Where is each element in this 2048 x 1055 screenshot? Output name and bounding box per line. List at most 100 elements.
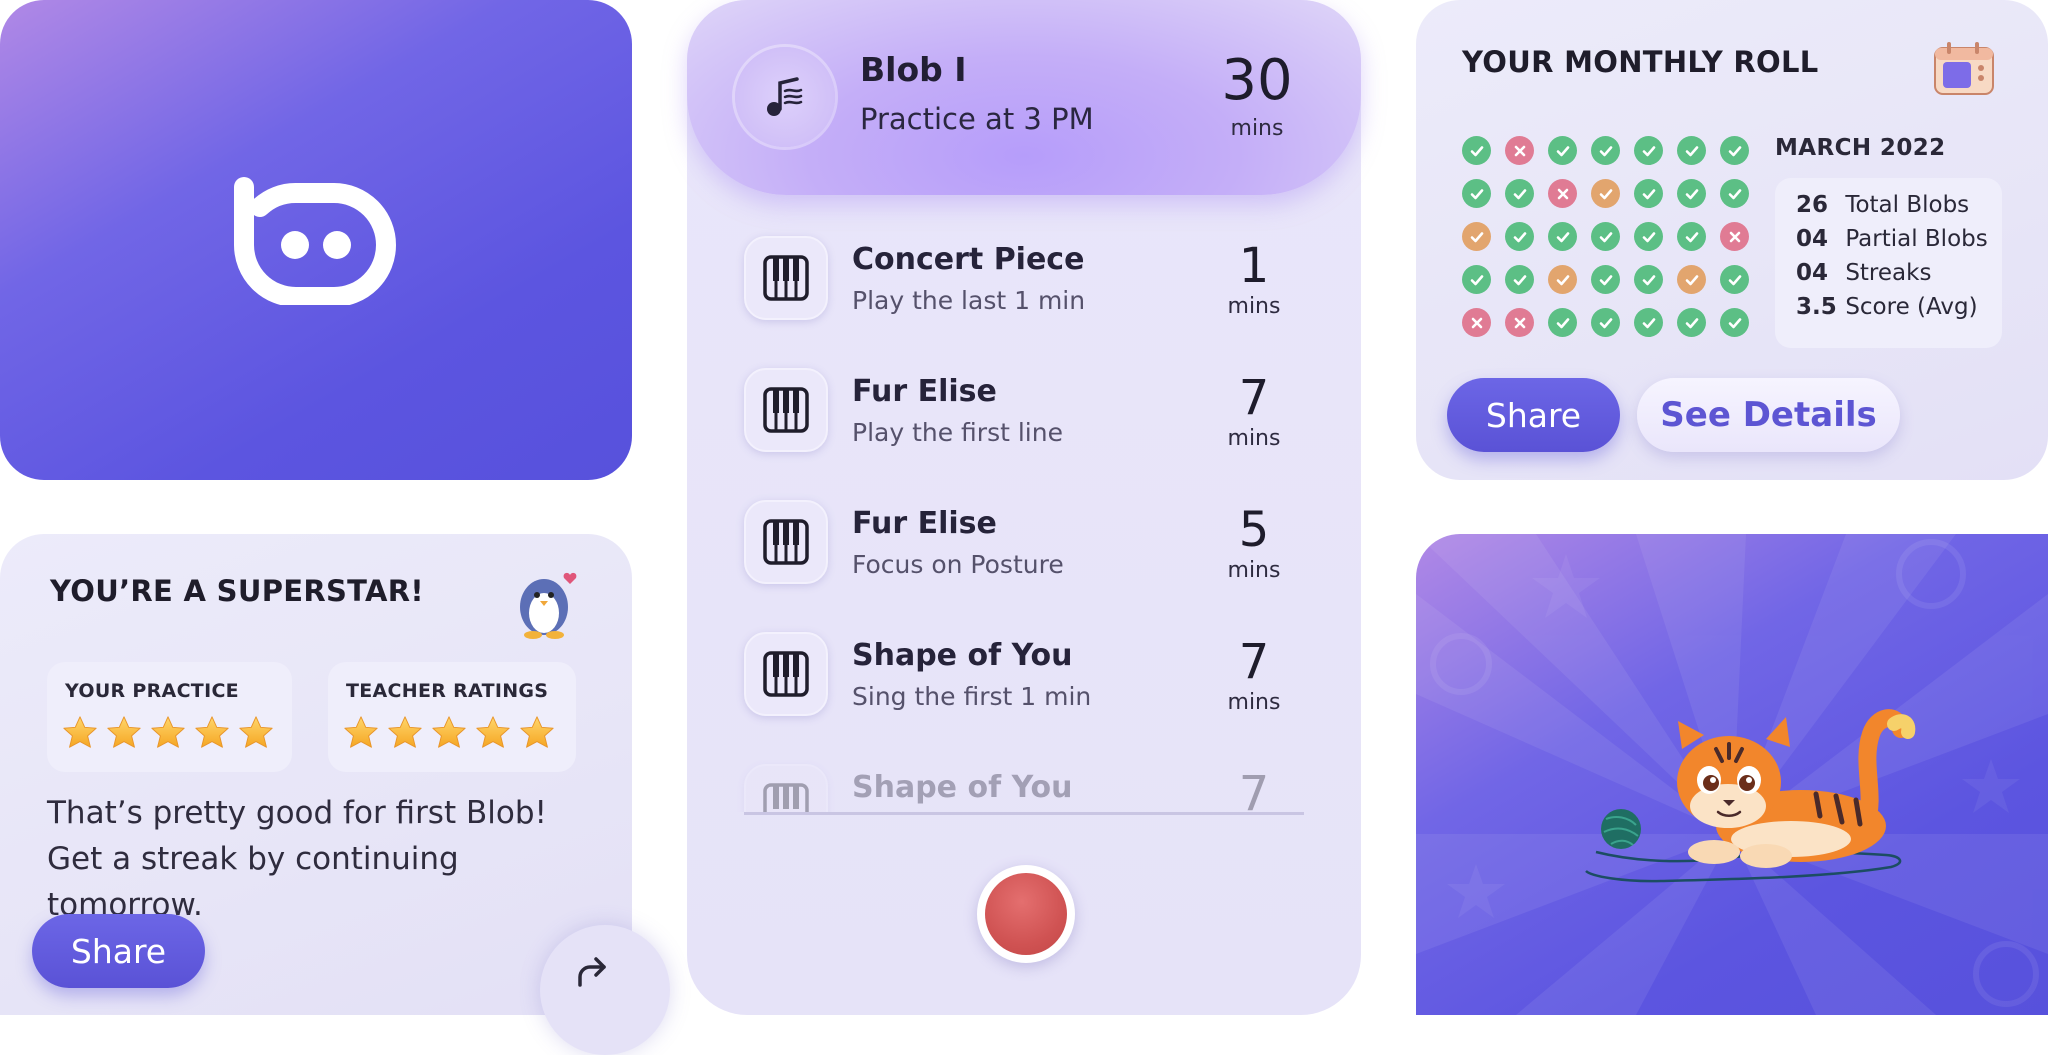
stat-total-blobs: 26 Total Blobs	[1796, 192, 1969, 218]
cross-icon	[1514, 145, 1525, 156]
star-icon	[518, 714, 556, 752]
stat-streaks: 04 Streaks	[1796, 260, 1931, 286]
day-done-dot[interactable]	[1634, 265, 1663, 294]
day-done-dot[interactable]	[1548, 222, 1577, 251]
practice-item[interactable]: Shape of You Sing the first 1 min 7 mins	[687, 628, 1361, 728]
day-done-dot[interactable]	[1591, 265, 1620, 294]
share-fab[interactable]	[540, 925, 670, 1055]
check-icon	[1556, 274, 1569, 285]
music-badge	[735, 47, 835, 147]
stat-label: Streaks	[1845, 260, 1932, 286]
day-missed-dot[interactable]	[1505, 136, 1534, 165]
day-done-dot[interactable]	[1548, 136, 1577, 165]
day-done-dot[interactable]	[1677, 308, 1706, 337]
day-done-dot[interactable]	[1634, 136, 1663, 165]
cross-icon	[1557, 188, 1568, 199]
day-done-dot[interactable]	[1720, 265, 1749, 294]
check-icon	[1556, 317, 1569, 328]
check-icon	[1599, 317, 1612, 328]
day-done-dot[interactable]	[1591, 136, 1620, 165]
day-done-dot[interactable]	[1720, 136, 1749, 165]
item-subtitle: Play the first line	[852, 418, 1063, 447]
item-minutes-unit: mins	[1227, 558, 1281, 583]
blob-schedule: Practice at 3 PM	[860, 102, 1094, 136]
practice-rating-box: YOUR PRACTICE	[47, 662, 292, 772]
piano-icon	[763, 519, 809, 565]
check-icon	[1642, 317, 1655, 328]
practice-item-partial[interactable]: Shape of You 7	[687, 760, 1361, 812]
day-done-dot[interactable]	[1462, 265, 1491, 294]
check-icon	[1556, 231, 1569, 242]
day-done-dot[interactable]	[1548, 308, 1577, 337]
piano-icon-tile	[744, 236, 828, 320]
superstar-share-button[interactable]: Share	[32, 914, 205, 988]
blob-header[interactable]: Blob I Practice at 3 PM 30 mins	[687, 0, 1361, 195]
tiger-card	[1416, 534, 2048, 1015]
check-icon	[1599, 145, 1612, 156]
practice-card: Blob I Practice at 3 PM 30 mins Concert …	[687, 0, 1361, 1015]
item-minutes: 5	[1238, 502, 1270, 558]
day-done-dot[interactable]	[1720, 179, 1749, 208]
day-done-dot[interactable]	[1591, 222, 1620, 251]
check-icon	[1470, 274, 1483, 285]
check-icon	[1728, 274, 1741, 285]
day-missed-dot[interactable]	[1462, 308, 1491, 337]
piano-icon-tile	[744, 500, 828, 584]
blob-minutes-unit: mins	[1230, 116, 1284, 141]
practice-item[interactable]: Concert Piece Play the last 1 min 1 mins	[687, 232, 1361, 332]
day-done-dot[interactable]	[1634, 308, 1663, 337]
day-done-dot[interactable]	[1677, 179, 1706, 208]
day-done-dot[interactable]	[1505, 179, 1534, 208]
roll-share-button[interactable]: Share	[1447, 378, 1620, 452]
day-missed-dot[interactable]	[1720, 222, 1749, 251]
star-icon	[149, 714, 187, 752]
piano-icon	[763, 387, 809, 433]
item-minutes-unit: mins	[1227, 426, 1281, 451]
item-title: Shape of You	[852, 638, 1073, 673]
item-minutes: 7	[1238, 766, 1270, 812]
check-icon	[1513, 188, 1526, 199]
record-button[interactable]	[977, 865, 1075, 963]
day-done-dot[interactable]	[1677, 222, 1706, 251]
day-done-dot[interactable]	[1634, 222, 1663, 251]
day-done-dot[interactable]	[1677, 136, 1706, 165]
item-minutes: 7	[1238, 634, 1270, 690]
day-partial-dot[interactable]	[1548, 265, 1577, 294]
superstar-title: YOU’RE A SUPERSTAR!	[50, 574, 424, 608]
day-done-dot[interactable]	[1505, 265, 1534, 294]
day-done-dot[interactable]	[1591, 308, 1620, 337]
piano-icon	[763, 255, 809, 301]
day-done-dot[interactable]	[1634, 179, 1663, 208]
day-missed-dot[interactable]	[1548, 179, 1577, 208]
day-partial-dot[interactable]	[1462, 222, 1491, 251]
practice-item[interactable]: Fur Elise Play the first line 7 mins	[687, 364, 1361, 464]
stat-label: Score (Avg)	[1845, 294, 1978, 320]
monthly-grid	[1462, 136, 1749, 337]
see-details-button[interactable]: See Details	[1637, 378, 1900, 452]
day-done-dot[interactable]	[1462, 136, 1491, 165]
tiger-illustration	[1416, 534, 2048, 1015]
practice-item[interactable]: Fur Elise Focus on Posture 5 mins	[687, 496, 1361, 596]
day-missed-dot[interactable]	[1505, 308, 1534, 337]
item-minutes-unit: mins	[1227, 690, 1281, 715]
check-icon	[1728, 188, 1741, 199]
blob-title: Blob I	[860, 50, 967, 89]
roll-title: YOUR MONTHLY ROLL	[1462, 45, 1819, 79]
item-minutes: 1	[1238, 238, 1270, 294]
day-done-dot[interactable]	[1462, 179, 1491, 208]
check-icon	[1470, 231, 1483, 242]
star-icon	[430, 714, 468, 752]
item-subtitle: Play the last 1 min	[852, 286, 1086, 315]
roll-stats: 26 Total Blobs 04 Partial Blobs 04 Strea…	[1775, 178, 2002, 348]
item-title: Fur Elise	[852, 374, 997, 409]
day-partial-dot[interactable]	[1591, 179, 1620, 208]
piano-icon-tile	[744, 632, 828, 716]
check-icon	[1470, 188, 1483, 199]
teacher-rating-box: TEACHER RATINGS	[328, 662, 576, 772]
stat-label: Partial Blobs	[1845, 226, 1988, 252]
star-icon	[386, 714, 424, 752]
day-partial-dot[interactable]	[1677, 265, 1706, 294]
superstar-message: That’s pretty good for first Blob! Get a…	[47, 795, 547, 923]
day-done-dot[interactable]	[1505, 222, 1534, 251]
day-done-dot[interactable]	[1720, 308, 1749, 337]
